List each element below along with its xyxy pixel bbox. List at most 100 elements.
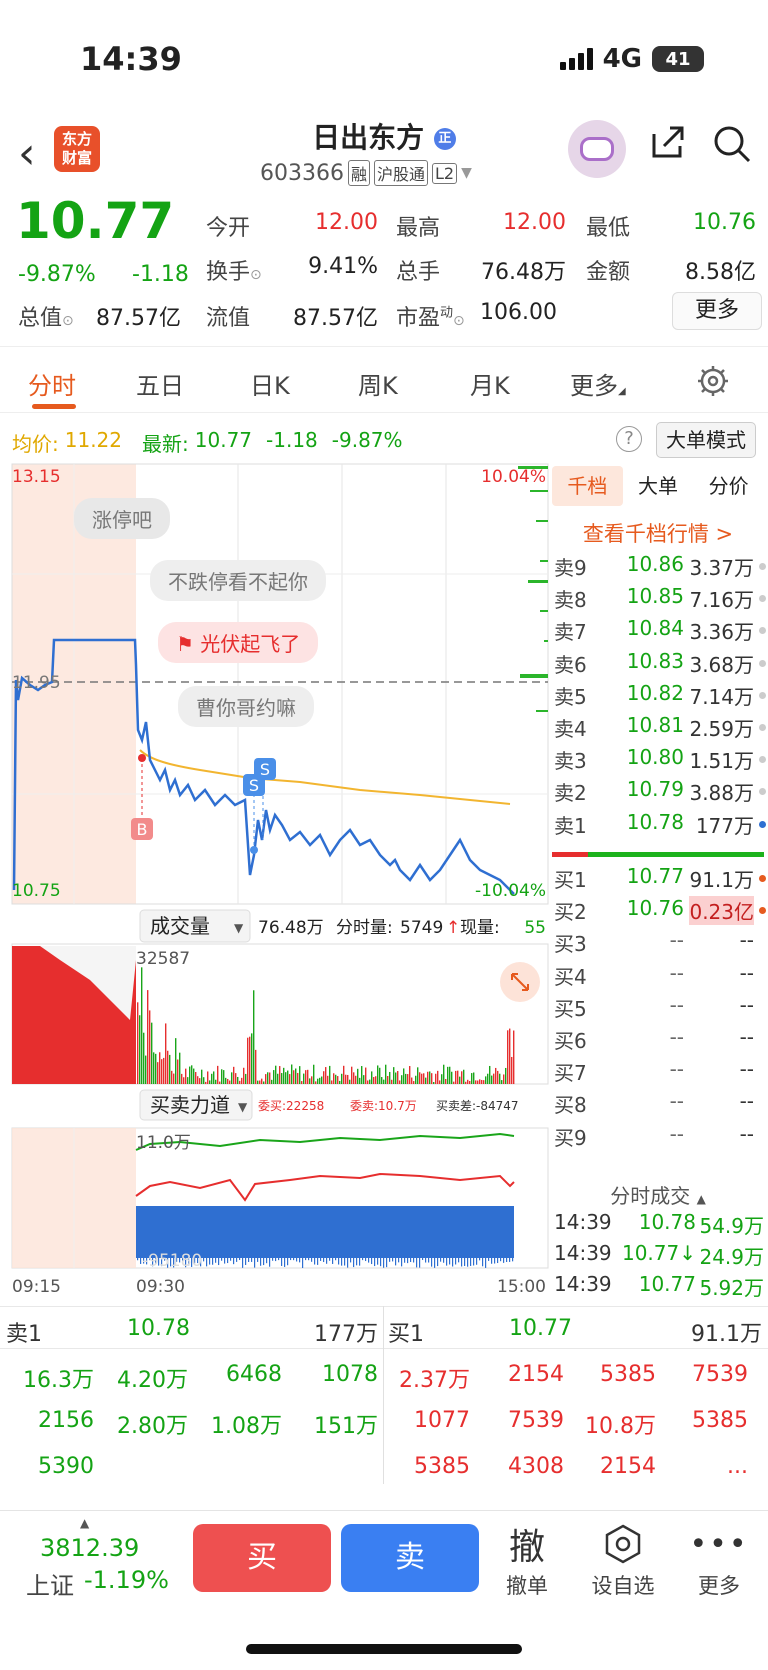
bid-row[interactable]: 买6 -- --	[554, 1025, 766, 1057]
tab-monthly-k[interactable]: 月K	[470, 366, 510, 401]
sell-order-cell: 5390	[38, 1454, 94, 1479]
force-bar	[308, 1258, 310, 1261]
ask-row[interactable]: 卖3 10.80 1.51万	[554, 745, 766, 777]
force-bar	[338, 1258, 340, 1265]
caret-down-icon[interactable]: ▼	[461, 165, 472, 181]
add-watchlist-button[interactable]: 设自选	[578, 1518, 668, 1600]
ask-row[interactable]: 卖1 10.78 177万	[554, 810, 766, 842]
ask-row[interactable]: 卖7 10.84 3.36万	[554, 616, 766, 648]
force-selector[interactable]: 买卖力道	[150, 1093, 230, 1117]
change-percent: -9.87%	[18, 262, 96, 287]
tick-price: 10.77↓	[621, 1241, 696, 1265]
volume-bar	[299, 1066, 301, 1084]
tab-daily-k[interactable]: 日K	[250, 366, 290, 401]
ask-row[interactable]: 卖6 10.83 3.68万	[554, 649, 766, 681]
sell-marker: S	[260, 760, 270, 779]
sell-button[interactable]: 卖	[341, 1524, 479, 1592]
level-label: 买8	[554, 1093, 587, 1118]
chat-caption-highlight[interactable]: ⚑ 光伏起飞了	[158, 622, 319, 663]
ask-row[interactable]: 卖5 10.82 7.14万	[554, 681, 766, 713]
buy-button[interactable]: 买	[193, 1524, 331, 1592]
more-fields-button[interactable]: 更多	[672, 292, 762, 330]
volume-bar	[439, 1080, 441, 1084]
level-dot	[759, 691, 766, 699]
expand-up-icon[interactable]: ▲	[80, 1516, 89, 1530]
volume-bar	[175, 1038, 177, 1084]
tab-five-day[interactable]: 五日	[136, 366, 184, 401]
big-order-mode-button[interactable]: 大单模式	[656, 422, 756, 458]
tab-thousand-level[interactable]: 千档	[552, 466, 623, 506]
force-sell: 委卖:10.7万	[350, 1099, 417, 1113]
thousand-level-link[interactable]: 查看千档行情 >	[552, 518, 764, 548]
tick-title[interactable]: 分时成交 ▲	[552, 1180, 764, 1209]
bid-row[interactable]: 买9 -- --	[554, 1122, 766, 1154]
bid-row[interactable]: 买1 10.77 91.1万	[554, 864, 766, 896]
chat-caption[interactable]: 曹你哥约嘛	[178, 686, 314, 727]
avg-price-value: 11.22	[64, 428, 123, 452]
more-menu-button[interactable]: ••• 更多	[674, 1518, 764, 1600]
force-bar	[257, 1258, 259, 1262]
volume-bar	[251, 1033, 253, 1084]
buy-order-cell: 4308	[508, 1454, 564, 1479]
bid-row[interactable]: 买7 -- --	[554, 1057, 766, 1089]
level-price: 10.80	[626, 745, 684, 770]
volume-bar	[315, 1081, 317, 1084]
depth-buy-total: 91.1万	[691, 1322, 762, 1347]
tab-big-order[interactable]: 大单	[623, 466, 694, 506]
tab-intraday[interactable]: 分时	[28, 366, 76, 401]
volume-selector[interactable]: 成交量	[150, 914, 210, 938]
sell-order-cell: 2156	[38, 1408, 94, 1433]
ask-row[interactable]: 卖4 10.81 2.59万	[554, 713, 766, 745]
volume-bar	[233, 1066, 235, 1084]
volume-bar	[197, 1076, 199, 1084]
level-price: 10.78	[626, 809, 684, 834]
chat-caption[interactable]: 不跌停看不起你	[150, 560, 326, 601]
force-bar	[302, 1258, 304, 1268]
share-icon[interactable]	[650, 124, 686, 160]
index-value[interactable]: 3812.39	[40, 1534, 139, 1562]
force-bar	[443, 1258, 445, 1263]
help-icon[interactable]: ?	[616, 426, 642, 452]
ask-row[interactable]: 卖8 10.85 7.16万	[554, 584, 766, 616]
volume-bar	[401, 1075, 403, 1084]
tab-weekly-k[interactable]: 周K	[358, 366, 398, 401]
volume-bar	[471, 1073, 473, 1084]
volume-bar	[363, 1075, 365, 1084]
tick-time: 14:39	[554, 1210, 612, 1234]
current-vol: 55	[524, 918, 546, 938]
volume-bar	[215, 1079, 217, 1084]
assistant-avatar[interactable]	[568, 120, 626, 178]
volume-bar	[199, 1078, 201, 1084]
level-label: 买7	[554, 1061, 587, 1086]
volume-bar	[221, 1069, 223, 1084]
force-bottom: -95180	[142, 1251, 202, 1271]
volume-bar	[347, 1074, 349, 1084]
level-price: --	[669, 960, 684, 985]
volume-bar	[413, 1081, 415, 1084]
volume-bar	[495, 1067, 497, 1084]
cancel-order-button[interactable]: 撤 撤单	[482, 1518, 572, 1600]
volume-bar	[211, 1073, 213, 1084]
search-icon[interactable]	[712, 124, 752, 164]
buy-order-cell: 7539	[692, 1362, 748, 1387]
bid-row[interactable]: 买5 -- --	[554, 993, 766, 1025]
force-bar	[224, 1258, 226, 1264]
ask-row[interactable]: 卖9 10.86 3.37万	[554, 552, 766, 584]
force-bar	[311, 1258, 313, 1262]
bid-row[interactable]: 买3 -- --	[554, 928, 766, 960]
price-axis-top: 13.15	[12, 467, 61, 487]
volume-bar	[351, 1066, 353, 1084]
tab-price-dist[interactable]: 分价	[693, 466, 764, 506]
tick-time: 14:39	[554, 1272, 612, 1296]
stock-code-row: 603366 融 沪股通 L2 ▼	[260, 160, 472, 186]
ask-row[interactable]: 卖2 10.79 3.88万	[554, 777, 766, 809]
tab-more[interactable]: 更多◢	[570, 366, 626, 401]
bid-row[interactable]: 买2 10.76 0.23亿	[554, 896, 766, 928]
gear-icon[interactable]	[696, 364, 730, 398]
volume-bar	[389, 1071, 391, 1084]
force-bar	[296, 1258, 298, 1262]
force-bar	[203, 1258, 205, 1262]
bid-row[interactable]: 买8 -- --	[554, 1089, 766, 1121]
bid-row[interactable]: 买4 -- --	[554, 961, 766, 993]
chat-caption[interactable]: 涨停吧	[74, 498, 170, 539]
